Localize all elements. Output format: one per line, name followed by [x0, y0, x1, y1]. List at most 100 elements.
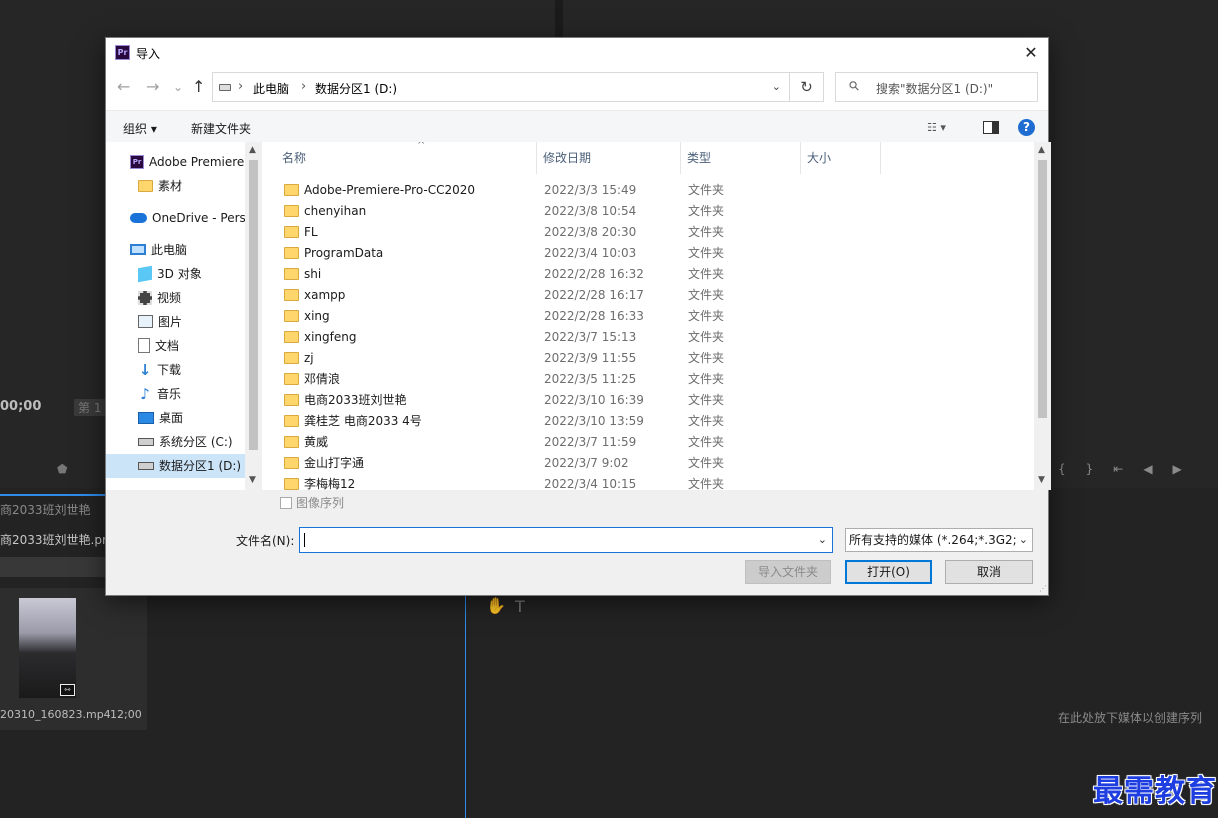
filename-history-chevron-icon[interactable]: ⌄: [818, 533, 827, 546]
back-arrow-icon[interactable]: ←: [117, 79, 130, 95]
up-arrow-icon[interactable]: ↑: [192, 79, 205, 95]
drive-icon: [219, 84, 231, 91]
scroll-down-arrow-icon[interactable]: ▼: [1038, 475, 1045, 485]
tree-item-videos[interactable]: 视频: [106, 286, 245, 310]
folder-icon: [284, 247, 299, 259]
filename-input[interactable]: ⌄: [299, 527, 833, 553]
file-row[interactable]: xingfeng 2022/3/7 15:13 文件夹: [272, 327, 1022, 348]
file-name: xing: [304, 309, 330, 323]
file-type-filter-select[interactable]: 所有支持的媒体 (*.264;*.3G2;* ⌄: [845, 528, 1033, 552]
scroll-up-arrow-icon[interactable]: ▲: [1038, 145, 1045, 155]
image-sequence-checkbox[interactable]: [280, 496, 292, 509]
project-tab-label[interactable]: 商2033班刘世艳: [0, 501, 91, 518]
tree-item-onedrive[interactable]: OneDrive - Perso: [106, 206, 245, 230]
file-list-scrollbar-thumb[interactable]: [1038, 160, 1047, 418]
file-modified-date: 2022/3/10 16:39: [544, 393, 644, 407]
open-button[interactable]: 打开(O): [845, 560, 932, 584]
file-row[interactable]: 电商2033班刘世艳 2022/3/10 16:39 文件夹: [272, 390, 1022, 411]
tree-item-documents[interactable]: 文档: [106, 334, 245, 358]
breadcrumb-drive-d[interactable]: 数据分区1 (D:): [315, 80, 397, 97]
file-modified-date: 2022/3/9 11:55: [544, 351, 637, 365]
tree-item-music[interactable]: ♪ 音乐: [106, 382, 245, 406]
search-icon: ⚲: [846, 77, 864, 96]
navigation-bar: ← → ⌄ ↑ › 此电脑 › 数据分区1 (D:) ⌄ ↻ ⚲ 搜索"数据分区…: [106, 68, 1048, 110]
file-type: 文件夹: [688, 225, 725, 239]
clip-thumbnail[interactable]: [19, 598, 76, 698]
folder-icon: [284, 415, 299, 427]
tools-panel-border: [465, 596, 466, 818]
file-row[interactable]: 黄威 2022/3/7 11:59 文件夹: [272, 432, 1022, 453]
column-header-name[interactable]: ^ 名称: [276, 142, 537, 174]
change-view-icon[interactable]: ☷ ▾: [927, 121, 946, 134]
file-row[interactable]: 龚桂芝 电商2033 4号 2022/3/10 13:59 文件夹: [272, 411, 1022, 432]
desktop-icon: [138, 411, 154, 424]
folder-icon: [284, 331, 299, 343]
new-folder-button[interactable]: 新建文件夹: [191, 120, 251, 137]
scroll-up-arrow-icon[interactable]: ▲: [249, 145, 256, 155]
folder-icon: [284, 478, 299, 490]
file-row[interactable]: xing 2022/2/28 16:33 文件夹: [272, 306, 1022, 327]
search-box[interactable]: ⚲ 搜索"数据分区1 (D:)": [835, 72, 1038, 102]
tree-item-sucai[interactable]: 素材: [106, 174, 245, 198]
tree-item-pictures[interactable]: 图片: [106, 310, 245, 334]
file-row[interactable]: shi 2022/2/28 16:32 文件夹: [272, 264, 1022, 285]
tools-panel: [466, 596, 546, 818]
refresh-button[interactable]: ↻: [790, 72, 824, 102]
tree-item-drive-c[interactable]: 系统分区 (C:): [106, 430, 245, 454]
file-type: 文件夹: [688, 246, 725, 260]
tree-item-label: Adobe Premiere: [149, 155, 245, 169]
column-header-date[interactable]: 修改日期: [537, 142, 681, 174]
tree-item-drive-d[interactable]: 数据分区1 (D:): [106, 454, 245, 478]
type-tool-icon[interactable]: T: [515, 597, 525, 616]
help-icon[interactable]: ?: [1018, 119, 1035, 136]
organize-menu-button[interactable]: 组织 ▾: [123, 120, 157, 137]
preview-pane-icon[interactable]: [983, 121, 999, 134]
file-row[interactable]: ProgramData 2022/3/4 10:03 文件夹: [272, 243, 1022, 264]
tree-item-downloads[interactable]: ↓ 下载: [106, 358, 245, 382]
cancel-button[interactable]: 取消: [945, 560, 1033, 584]
tree-item-adobe-premiere[interactable]: Pr Adobe Premiere: [106, 150, 245, 174]
forward-arrow-icon[interactable]: →: [146, 79, 159, 95]
tree-item-desktop[interactable]: 桌面: [106, 406, 245, 430]
file-type: 文件夹: [688, 204, 725, 218]
tree-item-3d-objects[interactable]: 3D 对象: [106, 262, 245, 286]
breadcrumb-this-pc[interactable]: 此电脑: [253, 80, 289, 97]
file-row[interactable]: xampp 2022/2/28 16:17 文件夹: [272, 285, 1022, 306]
downloads-icon: ↓: [138, 360, 152, 379]
hand-tool-icon[interactable]: ✋: [486, 596, 506, 615]
file-row[interactable]: FL 2022/3/8 20:30 文件夹: [272, 222, 1022, 243]
file-row[interactable]: 李梅梅12 2022/3/4 10:15 文件夹: [272, 474, 1022, 490]
tree-item-label: 音乐: [157, 387, 182, 401]
tree-item-this-pc[interactable]: 此电脑: [106, 238, 245, 262]
file-row[interactable]: 邓倩浪 2022/3/5 11:25 文件夹: [272, 369, 1022, 390]
import-folder-button[interactable]: 导入文件夹: [745, 560, 831, 584]
tree-scrollbar[interactable]: ▲ ▼: [245, 142, 262, 490]
timeline-drop-hint: 在此处放下媒体以创建序列: [1058, 711, 1203, 725]
scroll-down-arrow-icon[interactable]: ▼: [249, 475, 256, 485]
watermark-logo: 最需教育: [1093, 774, 1217, 809]
file-row[interactable]: 金山打字通 2022/3/7 9:02 文件夹: [272, 453, 1022, 474]
file-modified-date: 2022/3/3 15:49: [544, 183, 637, 197]
dialog-title: 导入: [136, 47, 161, 61]
file-type: 文件夹: [688, 414, 725, 428]
column-header-size[interactable]: 大小: [801, 142, 881, 174]
file-type: 文件夹: [688, 372, 725, 386]
address-dropdown-chevron-icon[interactable]: ⌄: [772, 80, 781, 93]
resize-grip-icon[interactable]: ⋰: [1039, 584, 1047, 593]
file-name: Adobe-Premiere-Pro-CC2020: [304, 183, 476, 197]
close-button[interactable]: ✕: [1020, 42, 1042, 64]
folder-icon: [284, 310, 299, 322]
address-bar[interactable]: › 此电脑 › 数据分区1 (D:) ⌄: [212, 72, 790, 102]
file-row[interactable]: Adobe-Premiere-Pro-CC2020 2022/3/3 15:49 文…: [272, 180, 1022, 201]
file-row[interactable]: zj 2022/3/9 11:55 文件夹: [272, 348, 1022, 369]
file-modified-date: 2022/3/8 20:30: [544, 225, 637, 239]
recent-locations-chevron-icon[interactable]: ⌄: [173, 79, 183, 95]
onedrive-icon: [130, 212, 147, 223]
file-name: 电商2033班刘世艳: [304, 393, 407, 407]
file-row[interactable]: chenyihan 2022/3/8 10:54 文件夹: [272, 201, 1022, 222]
column-header-type[interactable]: 类型: [681, 142, 801, 174]
tree-scrollbar-thumb[interactable]: [249, 160, 258, 450]
tree-item-label: 图片: [158, 315, 183, 329]
file-list-scrollbar[interactable]: ▲ ▼: [1034, 142, 1051, 490]
file-name: 李梅梅12: [304, 477, 356, 490]
